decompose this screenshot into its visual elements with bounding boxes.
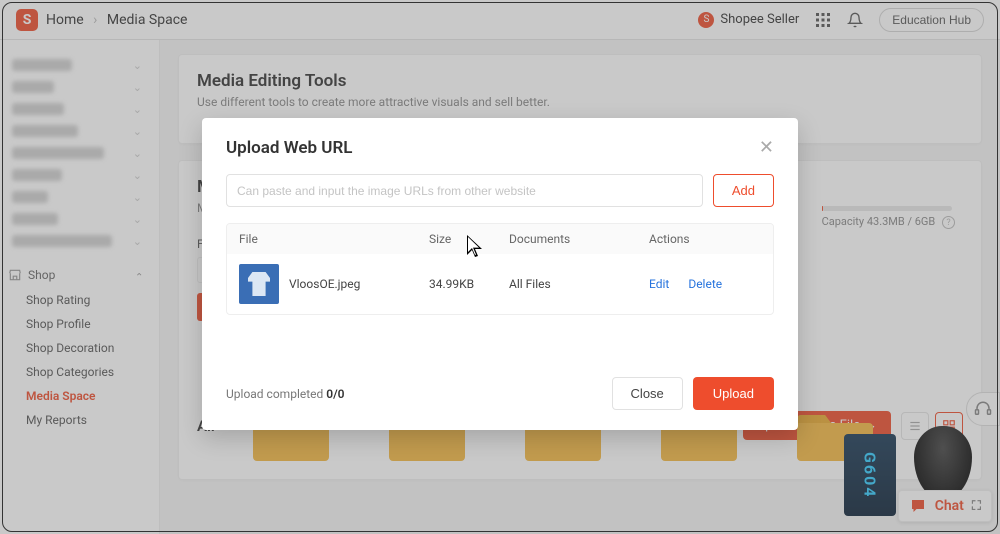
- col-file: File: [239, 232, 429, 246]
- upload-status: Upload completed 0/0: [226, 387, 345, 401]
- image-url-input[interactable]: [226, 174, 703, 207]
- file-documents: All Files: [509, 277, 649, 291]
- modal-title: Upload Web URL: [226, 138, 352, 158]
- col-size: Size: [429, 232, 509, 246]
- edit-link[interactable]: Edit: [649, 277, 669, 291]
- delete-link[interactable]: Delete: [688, 277, 722, 291]
- close-button[interactable]: Close: [612, 377, 683, 410]
- table-row: VloosOE.jpeg 34.99KB All Files Edit Dele…: [227, 254, 773, 314]
- upload-status-prefix: Upload completed: [226, 387, 326, 401]
- upload-table: File Size Documents Actions VloosOE.jpeg…: [226, 223, 774, 315]
- file-name: VloosOE.jpeg: [289, 277, 360, 291]
- upload-button[interactable]: Upload: [693, 377, 774, 410]
- col-documents: Documents: [509, 232, 649, 246]
- file-size: 34.99KB: [429, 277, 509, 291]
- add-url-button[interactable]: Add: [713, 174, 774, 207]
- table-header: File Size Documents Actions: [227, 224, 773, 254]
- upload-status-count: 0/0: [326, 387, 344, 401]
- modal-overlay: Upload Web URL ✕ Add File Size Documents…: [0, 0, 1000, 534]
- file-thumbnail: [239, 264, 279, 304]
- close-icon[interactable]: ✕: [759, 139, 774, 157]
- upload-url-modal: Upload Web URL ✕ Add File Size Documents…: [202, 118, 798, 430]
- col-actions: Actions: [649, 232, 761, 246]
